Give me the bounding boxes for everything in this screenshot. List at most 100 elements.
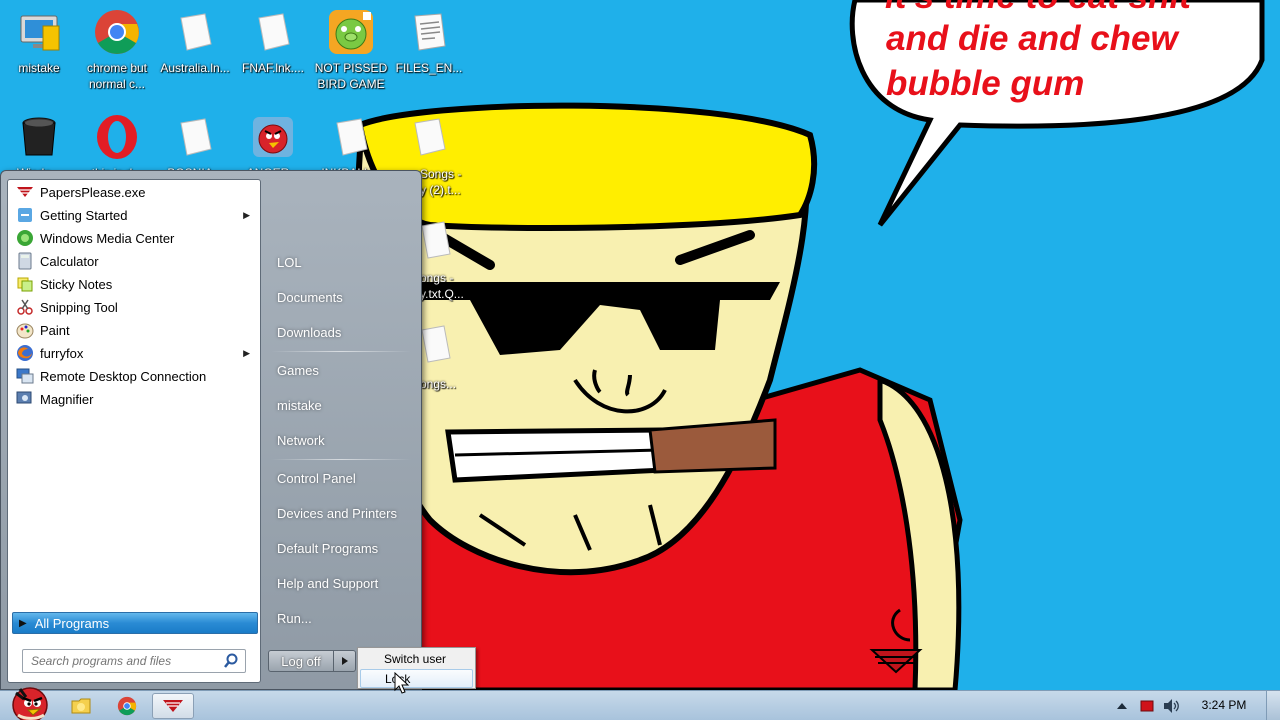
separator: [271, 351, 411, 352]
program-getting-started[interactable]: Getting Started ▶: [12, 204, 258, 226]
recycle-bin-icon: [22, 117, 56, 156]
getting-started-icon: [18, 208, 32, 222]
program-calculator[interactable]: Calculator: [12, 250, 258, 272]
menu-item-lock[interactable]: Lock: [360, 669, 473, 688]
desktop-icon-fnaf[interactable]: FNAF.lnk....: [234, 2, 312, 98]
desktop-icon-chrome[interactable]: chrome but normal c...: [78, 2, 156, 98]
submenu-arrow-icon: ▶: [243, 347, 250, 358]
start-menu: PapersPlease.exe Getting Started ▶ Windo…: [0, 170, 422, 690]
desktop-icon-label: FNAF.lnk....: [241, 61, 304, 75]
chrome-icon: [117, 696, 137, 716]
program-sticky-notes[interactable]: Sticky Notes: [12, 273, 258, 295]
taskbar-papers-please-button[interactable]: [152, 693, 194, 719]
start-link-devices-and-printers[interactable]: Devices and Printers: [269, 498, 419, 528]
sticky-notes-icon: [17, 277, 33, 292]
program-label: Snipping Tool: [40, 299, 118, 315]
program-magnifier[interactable]: Magnifier: [12, 388, 258, 410]
program-windows-media-center[interactable]: Windows Media Center: [12, 227, 258, 249]
desktop-icon-australia[interactable]: Australia.ln...: [156, 2, 234, 98]
desktop-icon-label: Australia.ln...: [160, 61, 230, 75]
search-input[interactable]: [31, 654, 221, 668]
start-link-downloads[interactable]: Downloads: [269, 317, 419, 347]
start-link-documents[interactable]: Documents: [269, 282, 419, 312]
chrome-icon: [95, 10, 139, 54]
program-label: Windows Media Center: [40, 230, 175, 246]
program-label: Getting Started: [40, 207, 128, 223]
program-label: Sticky Notes: [40, 276, 113, 292]
start-link-mistake[interactable]: mistake: [269, 390, 419, 420]
document-icon[interactable]: [418, 218, 454, 266]
chevron-right-icon: [341, 657, 348, 665]
log-off-button[interactable]: Log off: [268, 650, 334, 672]
program-paint[interactable]: Paint: [12, 319, 258, 341]
speech-line-3: bubble gum: [886, 64, 1084, 103]
desktop-icon-label: NOT PISSED BIRD GAME: [314, 61, 388, 91]
papers-please-icon: [163, 700, 183, 712]
desktop-icon-label-covered: ongs - y.txt.Q...: [420, 271, 464, 301]
power-options-arrow-button[interactable]: [334, 650, 356, 672]
desktop-icon-files-en[interactable]: FILES_EN...: [390, 2, 468, 98]
document-icon: [414, 118, 446, 156]
desktop-icon-mistake[interactable]: mistake: [0, 2, 78, 98]
start-button[interactable]: [6, 683, 52, 720]
speech-line-1: it's time to eat shit: [885, 0, 1192, 16]
start-link-run[interactable]: Run...: [269, 603, 419, 633]
start-link-help-and-support[interactable]: Help and Support: [269, 568, 419, 598]
program-papersplease[interactable]: PapersPlease.exe: [12, 181, 258, 203]
pig-icon: [329, 10, 373, 54]
program-furryfox[interactable]: furryfox ▶: [12, 342, 258, 364]
start-menu-programs-pane: PapersPlease.exe Getting Started ▶ Windo…: [7, 179, 261, 683]
firefox-icon: [17, 345, 33, 361]
start-link-games[interactable]: Games: [269, 355, 419, 385]
start-search-box[interactable]: [22, 649, 246, 673]
start-link-lol[interactable]: LOL: [269, 247, 419, 277]
computer-icon: [20, 15, 60, 51]
menu-item-switch-user[interactable]: Switch user: [360, 649, 473, 668]
flag-icon[interactable]: [1139, 698, 1155, 714]
explorer-icon: [71, 698, 91, 714]
program-label: Remote Desktop Connection: [40, 368, 207, 384]
document-icon: [336, 118, 368, 156]
start-link-control-panel[interactable]: Control Panel: [269, 463, 419, 493]
program-label: Calculator: [40, 253, 99, 269]
program-label: Paint: [40, 322, 70, 338]
text-file-icon: [414, 13, 446, 51]
program-snipping-tool[interactable]: Snipping Tool: [12, 296, 258, 318]
all-programs-arrow-icon: ▶: [19, 617, 27, 629]
submenu-arrow-icon: ▶: [243, 209, 250, 220]
taskbar-chrome-button[interactable]: [106, 693, 148, 719]
power-options-menu: Switch user Lock: [357, 647, 476, 689]
desktop-icon-label-covered: ongs...: [420, 377, 457, 391]
program-label: furryfox: [40, 345, 84, 361]
show-hidden-icons-icon[interactable]: [1116, 701, 1128, 711]
search-icon[interactable]: [223, 653, 239, 669]
media-center-icon: [17, 230, 33, 246]
program-label: PapersPlease.exe: [40, 184, 146, 200]
opera-icon: [97, 115, 137, 159]
calculator-icon: [18, 252, 32, 270]
start-link-network[interactable]: Network: [269, 425, 419, 455]
desktop-icon-label: mistake: [18, 61, 60, 75]
document-icon[interactable]: [418, 322, 454, 370]
start-link-default-programs[interactable]: Default Programs: [269, 533, 419, 563]
desktop-icon-not-pissed-bird-game[interactable]: NOT PISSED BIRD GAME: [312, 2, 390, 98]
program-remote-desktop-connection[interactable]: Remote Desktop Connection: [12, 365, 258, 387]
volume-icon[interactable]: [1162, 698, 1180, 714]
speech-line-2: and die and chew: [886, 19, 1180, 58]
document-icon: [180, 13, 212, 51]
all-programs-label: All Programs: [34, 615, 110, 631]
magnifier-icon: [16, 391, 32, 404]
taskbar-clock[interactable]: 3:24 PM: [1192, 698, 1256, 712]
document-icon: [180, 118, 212, 156]
desktop-icon-label: chrome but normal c...: [86, 61, 148, 91]
separator: [271, 459, 411, 460]
document-icon: [258, 13, 290, 51]
angry-bird-icon: [253, 117, 293, 157]
show-desktop-button[interactable]: [1266, 691, 1280, 720]
taskbar: 3:24 PM: [0, 687, 1280, 720]
taskbar-explorer-button[interactable]: [60, 693, 102, 719]
program-label: Magnifier: [40, 391, 94, 407]
all-programs-button[interactable]: ▶ All Programs: [12, 612, 258, 634]
snipping-tool-icon: [17, 299, 33, 315]
desktop-icon-label-covered: Songs - y (2).t...: [420, 167, 462, 197]
